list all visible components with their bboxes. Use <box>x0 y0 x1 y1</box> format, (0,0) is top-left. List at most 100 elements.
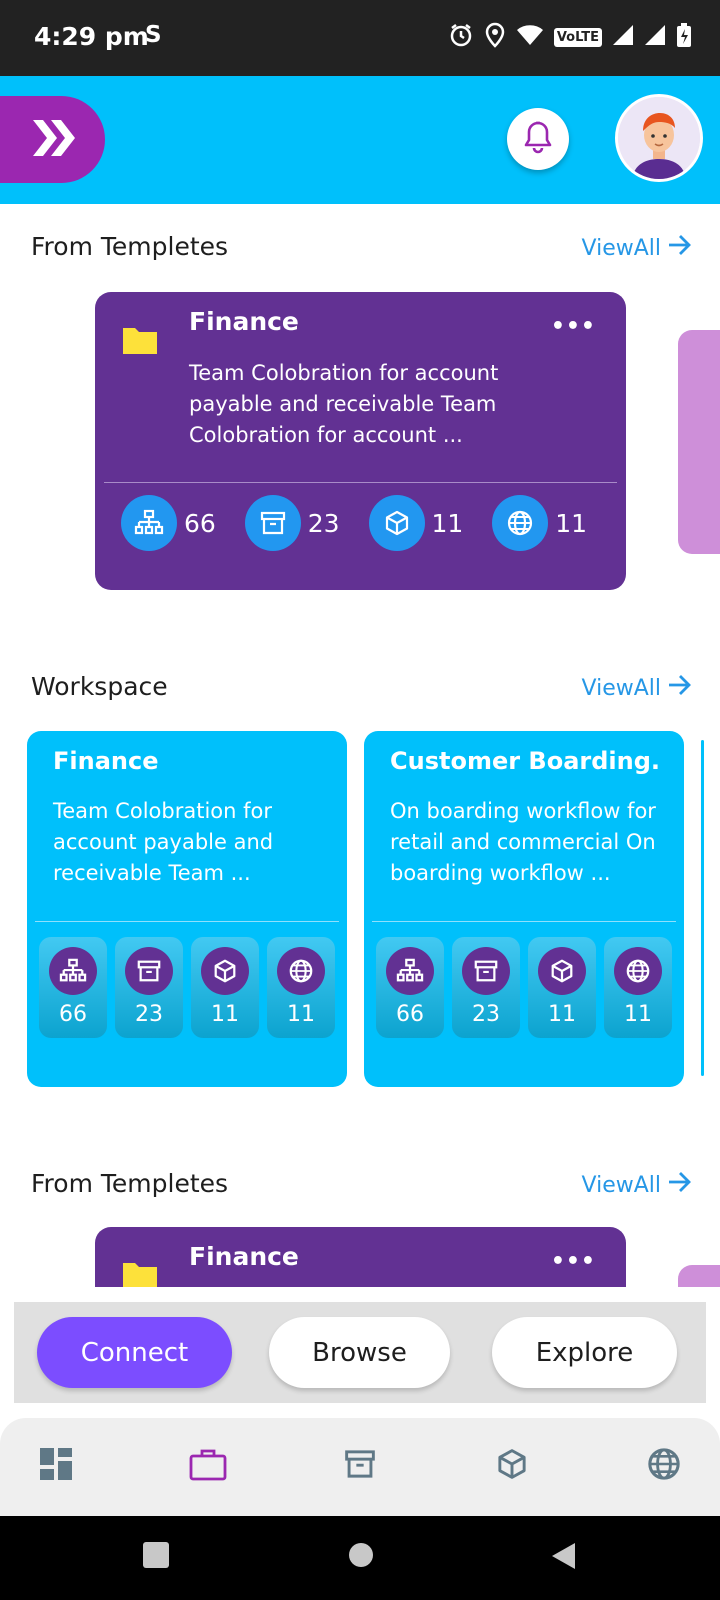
more-options-button[interactable]: ••• <box>551 1249 596 1274</box>
template-card-stats: 66 23 11 11 <box>121 495 616 551</box>
globe-icon <box>277 947 325 995</box>
view-all-templates-2-link[interactable]: ViewAll <box>582 1171 693 1199</box>
stat-tile[interactable]: 11 <box>191 937 259 1038</box>
stat-value: 23 <box>307 508 340 538</box>
bottom-nav <box>0 1418 720 1516</box>
template-card-finance-2[interactable]: Finance ••• <box>95 1227 626 1287</box>
template-card-title: Finance <box>189 307 299 336</box>
stat-value: 11 <box>624 1002 652 1027</box>
next-template-card-peek[interactable] <box>678 330 720 554</box>
next-template-card-peek[interactable] <box>678 1265 720 1287</box>
template-card-title: Finance <box>189 1242 299 1271</box>
stat-item[interactable]: 11 <box>368 495 493 551</box>
dashboard-icon <box>39 1447 73 1485</box>
nav-archive[interactable] <box>340 1446 380 1486</box>
view-all-label: ViewAll <box>581 675 661 701</box>
stat-item[interactable]: 66 <box>121 495 245 551</box>
workspace-card-description: On boarding workflow for retail and comm… <box>390 799 656 885</box>
status-icons: VoLTE <box>448 22 692 52</box>
workspace-card-finance[interactable]: Finance Team Colobration for account pay… <box>27 731 347 1087</box>
view-all-templates-link[interactable]: ViewAll <box>582 234 693 262</box>
workspace-card-stats: 66 23 11 11 <box>39 937 335 1038</box>
stat-tile[interactable]: 11 <box>267 937 335 1038</box>
cube-icon <box>495 1447 529 1485</box>
more-options-button[interactable]: ••• <box>551 314 596 339</box>
stat-tile[interactable]: 11 <box>604 937 672 1038</box>
stat-tile[interactable]: 66 <box>376 937 444 1038</box>
status-time: 4:29 pm <box>34 22 149 51</box>
stat-value: 66 <box>59 1002 87 1027</box>
bell-icon <box>522 120 554 158</box>
recents-button[interactable] <box>143 1542 169 1572</box>
nav-briefcase[interactable] <box>188 1446 228 1486</box>
stat-value: 66 <box>396 1002 424 1027</box>
archive-icon <box>125 947 173 995</box>
status-s-glyph: S <box>145 22 162 48</box>
app-logo[interactable] <box>0 96 105 183</box>
briefcase-icon <box>189 1447 227 1485</box>
stat-value: 23 <box>472 1002 500 1027</box>
arrow-right-icon <box>667 674 693 702</box>
signal-icon <box>644 24 666 50</box>
double-chevron-icon <box>27 112 79 168</box>
template-card-description: Team Colobration for account payable and… <box>189 361 499 447</box>
sitemap-icon <box>49 947 97 995</box>
nav-cube[interactable] <box>492 1446 532 1486</box>
divider <box>104 482 617 483</box>
archive-icon <box>462 947 510 995</box>
stat-tile[interactable]: 23 <box>452 937 520 1038</box>
archive-icon <box>244 495 301 551</box>
stat-item[interactable]: 11 <box>492 495 616 551</box>
stat-item[interactable]: 23 <box>244 495 369 551</box>
workspace-card-description: Team Colobration for account payable and… <box>53 799 274 885</box>
divider <box>35 921 339 922</box>
stat-tile[interactable]: 23 <box>115 937 183 1038</box>
app-header <box>0 76 720 204</box>
stat-tile[interactable]: 66 <box>39 937 107 1038</box>
stat-value: 11 <box>211 1002 239 1027</box>
cube-icon <box>201 947 249 995</box>
connect-button[interactable]: Connect <box>37 1317 232 1388</box>
status-bar: 4:29 pm S VoLTE <box>0 0 720 76</box>
sitemap-icon <box>386 947 434 995</box>
globe-icon <box>646 1446 682 1486</box>
browse-button[interactable]: Browse <box>269 1317 450 1388</box>
avatar[interactable] <box>615 94 703 182</box>
nav-globe[interactable] <box>644 1446 684 1486</box>
cube-icon <box>538 947 586 995</box>
folder-icon <box>121 1259 159 1287</box>
section-title-templates-2: From Templetes <box>31 1169 229 1198</box>
stat-value: 66 <box>184 508 216 538</box>
globe-icon <box>614 947 662 995</box>
view-all-workspace-link[interactable]: ViewAll <box>582 674 693 702</box>
archive-icon <box>343 1447 377 1485</box>
stat-tile[interactable]: 11 <box>528 937 596 1038</box>
cube-icon <box>368 495 425 551</box>
home-button[interactable] <box>348 1542 374 1572</box>
view-all-label: ViewAll <box>581 235 661 261</box>
sitemap-icon <box>121 495 177 551</box>
location-icon <box>484 22 506 52</box>
battery-charging-icon <box>676 22 692 52</box>
nav-dashboard[interactable] <box>36 1446 76 1486</box>
arrow-right-icon <box>667 1171 693 1199</box>
segment-bar: Connect Browse Explore <box>14 1302 706 1403</box>
notification-button[interactable] <box>507 108 569 170</box>
stat-value: 11 <box>548 1002 576 1027</box>
workspace-card-title: Customer Boarding. <box>390 747 661 775</box>
stat-value: 11 <box>287 1002 315 1027</box>
signal-icon <box>612 24 634 50</box>
stat-value: 11 <box>431 508 464 538</box>
workspace-card-stats: 66 23 11 11 <box>376 937 672 1038</box>
globe-icon <box>492 495 549 551</box>
alarm-icon <box>448 22 474 52</box>
workspace-card-customer-boarding[interactable]: Customer Boarding. On boarding workflow … <box>364 731 684 1087</box>
explore-button[interactable]: Explore <box>492 1317 677 1388</box>
system-nav-bar <box>0 1516 720 1600</box>
next-workspace-card-peek[interactable] <box>701 740 704 1076</box>
section-title-workspace: Workspace <box>31 672 168 701</box>
stat-value: 23 <box>135 1002 163 1027</box>
template-card-finance[interactable]: Finance ••• Team Colobration for account… <box>95 292 626 590</box>
back-button[interactable] <box>550 1542 576 1574</box>
wifi-icon <box>516 23 544 51</box>
